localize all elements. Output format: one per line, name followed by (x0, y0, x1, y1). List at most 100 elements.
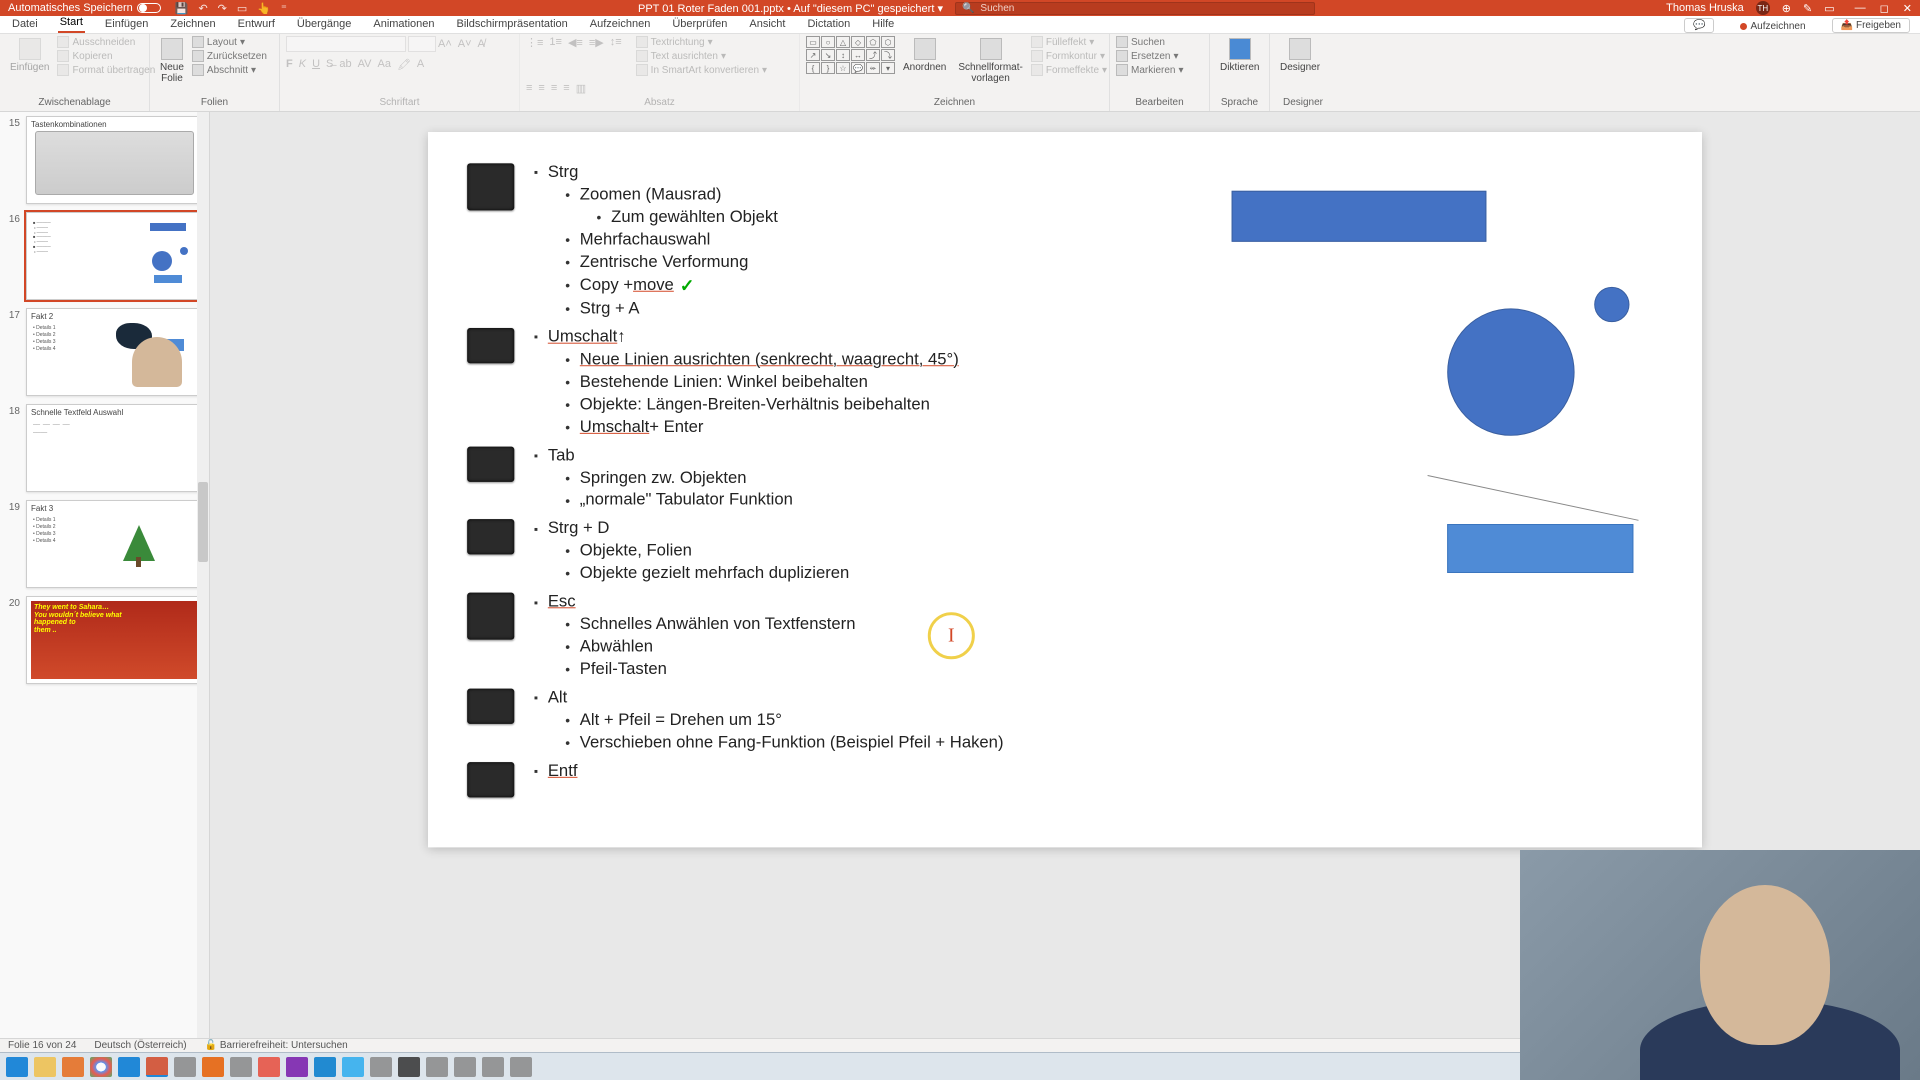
group-bearbeiten: Bearbeiten (1116, 97, 1203, 109)
cut-button: Ausschneiden (57, 36, 155, 48)
taskbar-app2-icon[interactable] (230, 1057, 252, 1077)
taskbar-explorer-icon[interactable] (34, 1057, 56, 1077)
tab-ansicht[interactable]: Ansicht (747, 15, 787, 33)
taskbar-onenote-icon[interactable] (286, 1057, 308, 1077)
accessibility-status[interactable]: 🔓 Barrierefreiheit: Untersuchen (205, 1040, 348, 1051)
document-title[interactable]: PPT 01 Roter Faden 001.pptx • Auf "diese… (638, 2, 943, 15)
italic-icon: K (299, 58, 306, 71)
taskbar-app-icon[interactable] (174, 1057, 196, 1077)
tab-animationen[interactable]: Animationen (371, 15, 436, 33)
schnellformat-button[interactable]: Schnellformat- vorlagen (954, 36, 1026, 86)
tab-zeichnen[interactable]: Zeichnen (168, 15, 217, 33)
slide-thumbnail-15[interactable]: Tastenkombinationen (26, 116, 203, 204)
taskbar-app4-icon[interactable] (370, 1057, 392, 1077)
from-beginning-icon[interactable]: ▭ (237, 2, 247, 15)
key-image-alt (467, 689, 514, 724)
touch-mode-icon[interactable]: 👆 (257, 2, 271, 15)
tab-datei[interactable]: Datei (10, 15, 40, 33)
taskbar-vscode-icon[interactable] (314, 1057, 336, 1077)
tab-bildschirm[interactable]: Bildschirmpräsentation (455, 15, 570, 33)
qat-overflow-icon[interactable]: ⁼ (281, 2, 287, 15)
shape-circle-large[interactable] (1447, 308, 1574, 435)
freigeben-button[interactable]: 📤 Freigeben (1832, 18, 1910, 33)
shape-rectangle-2[interactable] (1447, 524, 1633, 573)
section-button[interactable]: Abschnitt ▾ (192, 64, 267, 76)
key-image-esc (467, 593, 514, 640)
arrange-icon (914, 38, 936, 60)
taskbar-app5-icon[interactable] (426, 1057, 448, 1077)
slide-panel[interactable]: 15 Tastenkombinationen 16 ■ ───── • ────… (0, 112, 210, 1038)
tab-start[interactable]: Start (58, 13, 85, 33)
search-box[interactable]: 🔍 Suchen (955, 2, 1315, 15)
anordnen-button[interactable]: Anordnen (899, 36, 950, 75)
taskbar-chrome-icon[interactable] (90, 1057, 112, 1077)
new-slide-button[interactable]: Neue Folie (156, 36, 188, 86)
slide-thumbnail-17[interactable]: Fakt 2• Details 1 • Details 2 • Details … (26, 308, 203, 396)
replace-button[interactable]: Ersetzen ▾ (1116, 50, 1184, 62)
taskbar-obs-icon[interactable] (398, 1057, 420, 1077)
webcam-overlay[interactable] (1520, 850, 1920, 1080)
slide-number: 16 (6, 212, 20, 300)
close-icon[interactable]: ✕ (1903, 2, 1912, 15)
shape-circle-small[interactable] (1594, 287, 1629, 322)
shapes-gallery[interactable]: ▭○△◇⬠⬡ ↗↘↕↔⤴⤵ {}☆💬⬰▾ (806, 36, 895, 74)
taskbar-firefox-icon[interactable] (62, 1057, 84, 1077)
layout-button[interactable]: Layout ▾ (192, 36, 267, 48)
designer-button[interactable]: Designer (1276, 36, 1324, 75)
reset-button[interactable]: Zurücksetzen (192, 50, 267, 62)
user-avatar[interactable]: TH (1756, 1, 1770, 15)
bullet: Strg + A (565, 298, 778, 320)
tab-dictation[interactable]: Dictation (805, 15, 852, 33)
decrease-font-icon: A˅ (458, 38, 472, 50)
save-icon[interactable]: 💾 (175, 2, 189, 15)
tab-aufzeichnen[interactable]: Aufzeichnen (588, 15, 653, 33)
taskbar-outlook-icon[interactable] (118, 1057, 140, 1077)
taskbar-app3-icon[interactable] (258, 1057, 280, 1077)
maximize-icon[interactable]: ◻ (1880, 2, 1889, 15)
indent-more-icon: ≡▶ (589, 36, 604, 76)
taskbar-app6-icon[interactable] (454, 1057, 476, 1077)
aufzeichnen-button[interactable]: Aufzeichnen (1732, 20, 1813, 33)
tab-hilfe[interactable]: Hilfe (870, 15, 896, 33)
shape-rectangle-1[interactable] (1232, 191, 1487, 242)
ribbon-display-icon[interactable]: ▭ (1824, 2, 1834, 15)
tab-entwurf[interactable]: Entwurf (236, 15, 277, 33)
dictate-button[interactable]: Diktieren (1216, 36, 1263, 75)
taskbar-powerpoint-icon[interactable] (146, 1057, 168, 1077)
find-button[interactable]: Suchen (1116, 36, 1184, 48)
thumbnails-scrollbar[interactable] (197, 112, 209, 1038)
fill-button: Fülleffekt ▾ (1031, 36, 1107, 48)
slide-thumbnail-18[interactable]: Schnelle Textfeld Auswahl── ── ── ────── (26, 404, 203, 492)
user-name[interactable]: Thomas Hruska (1666, 2, 1744, 14)
start-button[interactable] (6, 1057, 28, 1077)
undo-icon[interactable]: ↶ (198, 2, 207, 15)
taskbar-app7-icon[interactable] (482, 1057, 504, 1077)
slide-thumbnail-20[interactable]: They went to Sahara…You wouldn´t believe… (26, 596, 203, 684)
tab-ueberpruefen[interactable]: Überprüfen (670, 15, 729, 33)
indent-less-icon: ◀≡ (568, 36, 583, 76)
slide-counter[interactable]: Folie 16 von 24 (8, 1040, 76, 1051)
privacy-icon[interactable]: ⊕ (1782, 2, 1791, 15)
bullet: Neue Linien ausrichten (senkrecht, waagr… (565, 348, 959, 370)
redo-icon[interactable]: ↷ (218, 2, 227, 15)
key-image-tab (467, 446, 514, 481)
bullet: Umschalt ↑ (534, 326, 959, 348)
comments-button[interactable]: 💬 (1684, 18, 1714, 33)
shape-line[interactable] (1427, 475, 1638, 521)
tab-einfuegen[interactable]: Einfügen (103, 15, 150, 33)
language-status[interactable]: Deutsch (Österreich) (94, 1040, 186, 1051)
tab-uebergaenge[interactable]: Übergänge (295, 15, 353, 33)
autosave-switch-icon[interactable] (137, 3, 161, 13)
slide-canvas[interactable]: Strg Zoomen (Mausrad) Zum gewählten Obje… (428, 132, 1702, 847)
slide-number: 15 (6, 116, 20, 204)
slide-thumbnail-19[interactable]: Fakt 3• Details 1 • Details 2 • Details … (26, 500, 203, 588)
taskbar-telegram-icon[interactable] (342, 1057, 364, 1077)
taskbar-app8-icon[interactable] (510, 1057, 532, 1077)
taskbar-vlc-icon[interactable] (202, 1057, 224, 1077)
coming-soon-icon[interactable]: ✎ (1803, 2, 1812, 15)
slide-thumbnail-16[interactable]: ■ ───── • ──── • ────■ ───── • ────■ ───… (26, 212, 203, 300)
align-text-button: Text ausrichten ▾ (636, 50, 767, 62)
select-button[interactable]: Markieren ▾ (1116, 64, 1184, 76)
minimize-icon[interactable]: — (1855, 2, 1866, 15)
highlight-icon: 🖍 (397, 58, 411, 71)
